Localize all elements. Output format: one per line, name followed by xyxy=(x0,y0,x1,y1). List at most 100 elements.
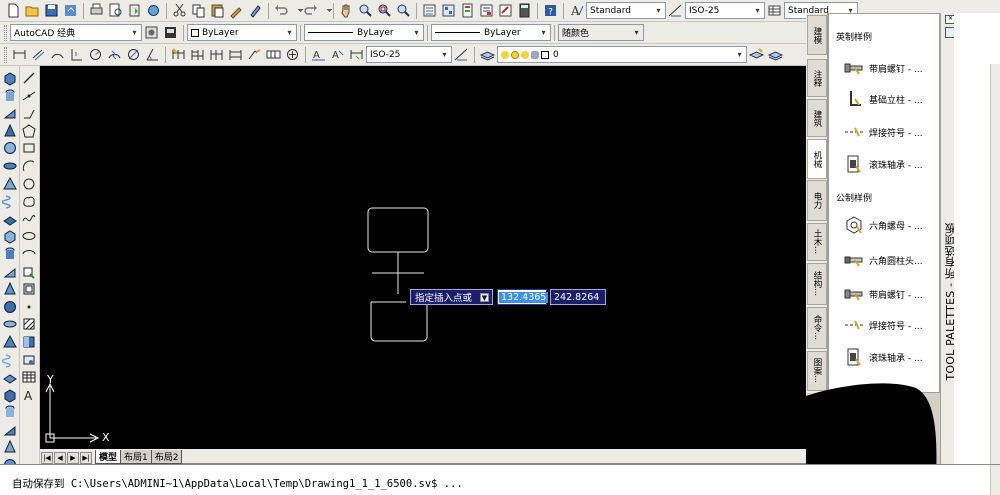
plotstyle-select[interactable]: 随颜色 ▾ xyxy=(558,24,644,41)
help-icon[interactable]: ? xyxy=(542,2,559,19)
multiline-text-icon[interactable]: A xyxy=(21,387,37,403)
hatch-icon[interactable] xyxy=(21,316,37,332)
text-style-select[interactable]: Standard ▾ xyxy=(586,2,666,19)
3d-rotate-icon[interactable] xyxy=(2,404,18,420)
linetype-select[interactable]: ByLayer ▾ xyxy=(304,24,424,41)
palette-item[interactable]: 带肩螺钉 - ... xyxy=(843,57,939,79)
next-tab-icon[interactable]: ▶ xyxy=(67,452,79,464)
dim-style-manager-icon[interactable] xyxy=(453,46,470,63)
properties-icon[interactable] xyxy=(421,2,438,19)
lineweight-select[interactable]: ByLayer ▾ xyxy=(431,24,551,41)
tool-palettes-icon[interactable] xyxy=(459,2,476,19)
make-block-icon[interactable] xyxy=(21,281,37,297)
dim-space-icon[interactable] xyxy=(227,46,244,63)
new-icon[interactable] xyxy=(5,2,22,19)
3d-move-icon[interactable] xyxy=(2,387,18,403)
polysolid-icon[interactable] xyxy=(2,369,18,385)
command-line[interactable]: 自动保存到 C:\Users\ADMINI~1\AppData\Local\Te… xyxy=(0,464,1000,495)
first-tab-icon[interactable]: |◀ xyxy=(41,452,53,464)
palette-tab[interactable]: 机械 xyxy=(807,139,827,179)
center-mark-icon[interactable] xyxy=(284,46,301,63)
angular-dim-icon[interactable] xyxy=(144,46,161,63)
dim-edit-icon[interactable]: A xyxy=(310,46,327,63)
redo-dropdown-icon[interactable] xyxy=(321,2,333,19)
color-control-select[interactable]: ByLayer ▾ xyxy=(187,24,297,41)
cylinder-icon[interactable] xyxy=(2,88,18,104)
match-properties-icon[interactable] xyxy=(228,2,245,19)
cone-icon[interactable] xyxy=(2,123,18,139)
dimension-style-select[interactable]: ISO-25 ▾ xyxy=(366,46,452,63)
palette-tab[interactable]: 建模 xyxy=(807,15,827,55)
palette-item[interactable]: 焊接符号 - ... xyxy=(843,121,939,143)
dim-style-icon[interactable] xyxy=(667,2,684,19)
table-style-icon[interactable] xyxy=(766,2,783,19)
design-center-icon[interactable] xyxy=(440,2,457,19)
insert-block-icon[interactable] xyxy=(21,264,37,280)
layer-properties-icon[interactable] xyxy=(479,46,496,63)
palette-item[interactable]: 焊接符号 - ... xyxy=(843,314,939,336)
baseline-dim-icon[interactable] xyxy=(189,46,206,63)
presspull-icon[interactable] xyxy=(2,299,18,315)
ellipse-arc-icon[interactable] xyxy=(21,246,37,262)
dynamic-input-y-field[interactable]: 242.8264 xyxy=(550,289,606,305)
save-icon[interactable] xyxy=(43,2,60,19)
circle-icon[interactable] xyxy=(21,176,37,192)
sphere-icon[interactable] xyxy=(2,140,18,156)
spline-icon[interactable] xyxy=(21,211,37,227)
drawing-canvas[interactable]: Y X 指定插入点或 ▼ 132.4365 242.8264 xyxy=(40,66,806,464)
quick-dim-icon[interactable] xyxy=(170,46,187,63)
tab-layout1[interactable]: 布局1 xyxy=(120,450,152,464)
intersect-icon[interactable] xyxy=(2,352,18,368)
layer-select[interactable]: 0 ▾ xyxy=(497,46,747,63)
prev-tab-icon[interactable]: ◀ xyxy=(54,452,66,464)
3d-align-icon[interactable] xyxy=(2,422,18,438)
diameter-dim-icon[interactable] xyxy=(125,46,142,63)
copy-icon[interactable] xyxy=(190,2,207,19)
markup-icon[interactable] xyxy=(497,2,514,19)
revision-cloud-icon[interactable] xyxy=(21,193,37,209)
make-layer-current-icon[interactable] xyxy=(748,46,765,63)
3d-dwf-icon[interactable] xyxy=(145,2,162,19)
palette-item[interactable]: 六角圆柱头... xyxy=(843,249,939,271)
arrow-down-icon[interactable]: ▼ xyxy=(480,293,489,302)
text-style-icon[interactable]: A xyxy=(568,2,585,19)
workspace-settings-icon[interactable] xyxy=(143,24,160,41)
jogged-dim-icon[interactable] xyxy=(106,46,123,63)
subtract-icon[interactable] xyxy=(2,334,18,350)
vertical-scrollbar[interactable] xyxy=(990,64,1000,464)
pan-icon[interactable] xyxy=(338,2,355,19)
palette-item[interactable]: 六角螺母 - ... xyxy=(843,214,939,236)
table-icon[interactable] xyxy=(21,369,37,385)
workspace-save-icon[interactable] xyxy=(162,24,179,41)
open-icon[interactable] xyxy=(24,2,41,19)
palette-item[interactable]: 滚珠轴承 - ... xyxy=(843,153,939,175)
extrude-icon[interactable] xyxy=(2,228,18,244)
continue-dim-icon[interactable] xyxy=(208,46,225,63)
zoom-realtime-icon[interactable] xyxy=(357,2,374,19)
dim-text-edit-icon[interactable]: A xyxy=(329,46,346,63)
aligned-dim-icon[interactable] xyxy=(30,46,47,63)
palette-item[interactable]: 基础立柱 - ... xyxy=(843,88,939,110)
arc-length-icon[interactable] xyxy=(49,46,66,63)
gradient-icon[interactable] xyxy=(21,334,37,350)
palette-tab[interactable]: 土木... xyxy=(807,223,827,261)
cut-icon[interactable] xyxy=(171,2,188,19)
dim-update-icon[interactable] xyxy=(348,46,365,63)
polyline-icon[interactable] xyxy=(21,105,37,121)
block-editor-icon[interactable] xyxy=(247,2,264,19)
sheet-set-manager-icon[interactable] xyxy=(478,2,495,19)
construction-line-icon[interactable] xyxy=(21,88,37,104)
torus-icon[interactable] xyxy=(2,158,18,174)
redo-icon[interactable] xyxy=(302,2,319,19)
command-scrollbar[interactable] xyxy=(990,465,1000,495)
loft-icon[interactable] xyxy=(2,281,18,297)
paste-icon[interactable] xyxy=(209,2,226,19)
pyramid-icon[interactable] xyxy=(2,176,18,192)
zoom-window-icon[interactable] xyxy=(376,2,393,19)
arc-icon[interactable] xyxy=(21,158,37,174)
dynamic-input-x-field[interactable]: 132.4365 xyxy=(497,289,549,305)
tab-model[interactable]: 模型 xyxy=(95,450,122,464)
layer-previous-icon[interactable] xyxy=(767,46,784,63)
helix-icon[interactable] xyxy=(2,193,18,209)
tolerance-icon[interactable] xyxy=(246,46,263,63)
